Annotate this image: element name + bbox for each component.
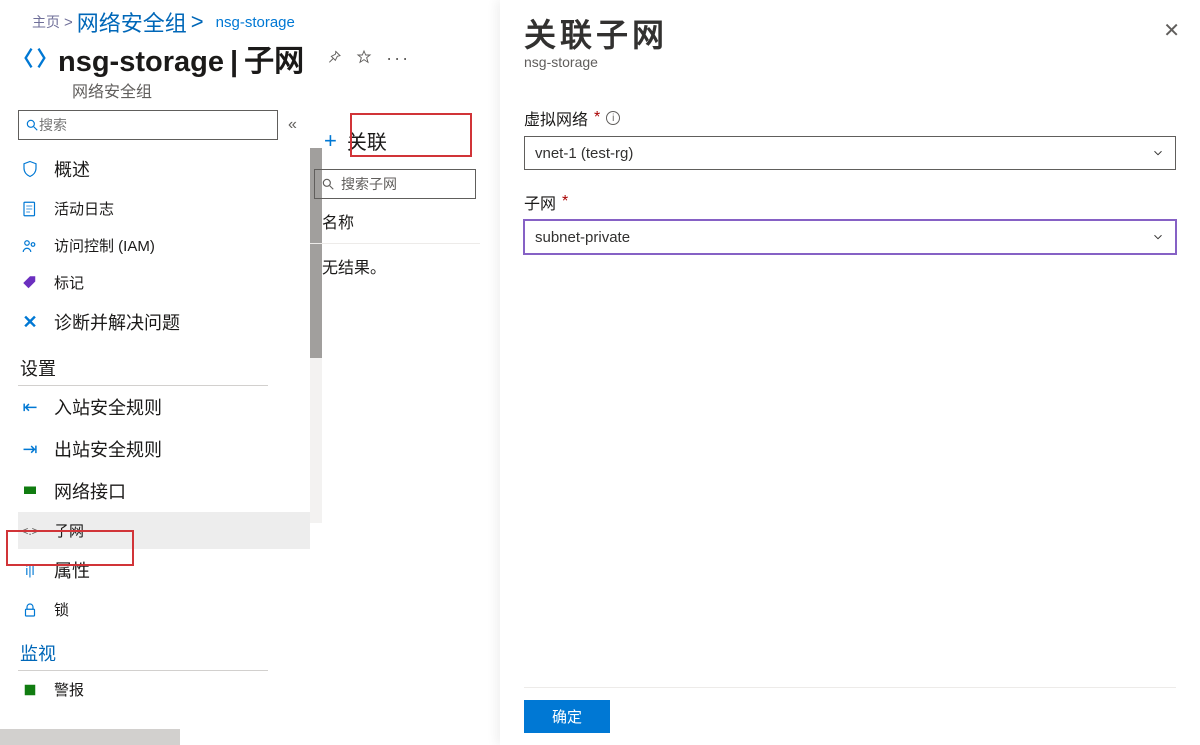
subnet-dropdown[interactable]: subnet-private [524, 220, 1176, 254]
subnet-label: 子网 [524, 190, 556, 214]
sidebar-item-label: 出站安全规则 [54, 436, 162, 462]
sidebar-item-alerts[interactable]: 警报 [18, 671, 310, 708]
associate-label: 关联 [347, 126, 387, 155]
sidebar-item-activity-log[interactable]: 活动日志 [18, 190, 310, 227]
vnet-dropdown[interactable]: vnet-1 (test-rg) [524, 136, 1176, 170]
tag-icon [20, 274, 40, 292]
sidebar-item-properties[interactable]: i|l 属性 [18, 549, 310, 591]
vnet-label: 虚拟网络 [524, 106, 588, 130]
settings-group-label: 设置 [18, 343, 268, 386]
ok-button[interactable]: 确定 [524, 700, 610, 733]
empty-results-text: 无结果。 [310, 244, 480, 288]
title-divider: | [230, 46, 238, 79]
column-header-name[interactable]: 名称 [310, 199, 480, 244]
sidebar-item-label: 诊断并解决问题 [54, 309, 180, 335]
search-icon [25, 118, 39, 132]
sidebar-item-label: 访问控制 (IAM) [54, 235, 155, 256]
favorite-icon[interactable] [356, 49, 372, 68]
page-title: nsg-storage | 子网 [58, 36, 304, 80]
subnet-field: 子网 * subnet-private [524, 190, 1176, 254]
sidebar-item-subnets[interactable]: <.> 子网 [18, 512, 310, 549]
breadcrumb-sep2: > [191, 9, 204, 35]
outbound-icon: ⇥ [20, 439, 40, 460]
flyout-title: 关联子网 [524, 10, 1176, 56]
sidebar-item-iam[interactable]: 访问控制 (IAM) [18, 227, 310, 264]
properties-icon: i|l [20, 563, 40, 578]
sidebar-item-locks[interactable]: 锁 [18, 591, 310, 628]
search-icon [321, 177, 335, 191]
sidebar-item-overview[interactable]: 概述 [18, 148, 310, 190]
sidebar-item-label: 警报 [54, 679, 84, 700]
more-icon[interactable]: ··· [386, 48, 410, 69]
alert-icon [20, 681, 40, 699]
subnet-search[interactable]: 搜索子网 [314, 169, 476, 199]
subnet-search-placeholder: 搜索子网 [341, 174, 397, 194]
flyout-footer: 确定 [524, 687, 1176, 733]
monitor-group-label: 监视 [18, 628, 268, 671]
plus-icon: + [324, 128, 337, 154]
subnet-list-pane: + 关联 搜索子网 名称 无结果。 [310, 110, 480, 737]
log-icon [20, 200, 40, 218]
sidebar-item-label: 标记 [54, 272, 84, 293]
resource-icon [18, 41, 52, 75]
required-indicator: * [562, 193, 568, 211]
breadcrumb-home[interactable]: 主页 [32, 12, 60, 32]
collapse-sidebar-icon[interactable]: « [288, 116, 297, 134]
resource-name: nsg-storage [58, 46, 224, 79]
flyout-subtitle: nsg-storage [524, 54, 1176, 70]
pin-icon[interactable] [326, 49, 342, 68]
breadcrumb-sep: > [64, 14, 73, 31]
sidebar-item-label: 概述 [54, 156, 90, 182]
sidebar-item-label: 锁 [54, 599, 69, 620]
sidebar-search[interactable] [18, 110, 278, 140]
sidebar-item-label: 子网 [54, 520, 84, 541]
subnet-value: subnet-private [535, 229, 630, 246]
subnet-icon: <.> [20, 524, 40, 538]
section-label: 子网 [244, 36, 304, 80]
vnet-field: 虚拟网络 * i vnet-1 (test-rg) [524, 106, 1176, 170]
info-icon[interactable]: i [606, 111, 620, 125]
lock-icon [20, 601, 40, 619]
sidebar-item-troubleshoot[interactable]: ✕ 诊断并解决问题 [18, 301, 310, 343]
vnet-value: vnet-1 (test-rg) [535, 145, 633, 162]
sidebar-item-label: 属性 [54, 557, 90, 583]
close-icon[interactable]: ✕ [1163, 18, 1180, 43]
troubleshoot-icon: ✕ [20, 312, 40, 333]
nic-icon [20, 482, 40, 500]
required-indicator: * [594, 109, 600, 127]
sidebar-search-input[interactable] [39, 117, 271, 133]
breadcrumb-current: nsg-storage [216, 14, 295, 31]
people-icon [20, 237, 40, 255]
title-actions: ··· [326, 48, 410, 69]
chevron-down-icon [1151, 230, 1165, 244]
sidebar-item-label: 网络接口 [54, 478, 126, 504]
shield-icon [20, 160, 40, 178]
sidebar: « 概述 活动日志 访问控制 (I [0, 110, 310, 737]
sidebar-item-tags[interactable]: 标记 [18, 264, 310, 301]
sidebar-item-network-interfaces[interactable]: 网络接口 [18, 470, 310, 512]
footer-bar [0, 729, 180, 745]
chevron-down-icon [1151, 146, 1165, 160]
associate-subnet-panel: ✕ 关联子网 nsg-storage 虚拟网络 * i vnet-1 (test… [500, 0, 1200, 745]
sidebar-item-inbound-rules[interactable]: ⇤ 入站安全规则 [18, 386, 310, 428]
associate-button[interactable]: + 关联 [310, 118, 430, 163]
sidebar-item-outbound-rules[interactable]: ⇥ 出站安全规则 [18, 428, 310, 470]
sidebar-item-label: 入站安全规则 [54, 394, 162, 420]
breadcrumb-group-link[interactable]: 网络安全组 [77, 6, 187, 38]
inbound-icon: ⇤ [20, 397, 40, 418]
sidebar-item-label: 活动日志 [54, 198, 114, 219]
